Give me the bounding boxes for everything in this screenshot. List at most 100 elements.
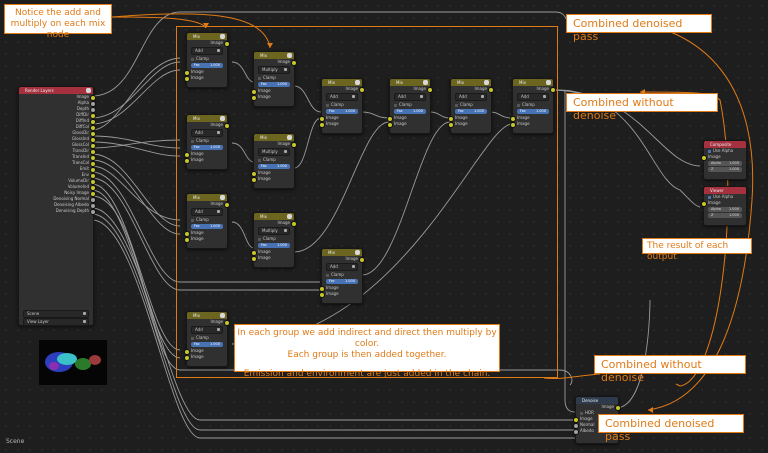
node-options-icon[interactable]: [287, 53, 292, 58]
fac-slider[interactable]: Fac 1.000: [191, 342, 223, 347]
fac-slider[interactable]: Fac 1.000: [191, 224, 223, 229]
mix-node[interactable]: Mix Image Add Clamp Fac 1.000 Image Image: [448, 78, 494, 134]
blend-mode-select[interactable]: Add: [191, 47, 223, 55]
fac-slider[interactable]: Fac 1.000: [258, 82, 290, 87]
mix-output: Image: [451, 86, 494, 93]
fac-slider[interactable]: Fac 1.000: [455, 109, 487, 114]
blend-mode-select[interactable]: Add: [394, 93, 426, 101]
node-options-icon[interactable]: [287, 214, 292, 219]
blend-mode-select[interactable]: Add: [326, 263, 358, 271]
mix-node-header[interactable]: Mix: [187, 312, 227, 319]
mix-output: Image: [254, 220, 297, 227]
node-options-icon[interactable]: [220, 313, 225, 318]
mix-output: Image: [513, 86, 556, 93]
blend-mode-select[interactable]: Add: [191, 326, 223, 334]
node-options-icon[interactable]: [220, 34, 225, 39]
blend-mode-select[interactable]: Multiply: [258, 148, 290, 156]
mix-node[interactable]: Mix Image Add Clamp Fac 1.000 Image Image: [319, 78, 365, 134]
mix-input-image-b: Image: [251, 176, 294, 183]
mix-node[interactable]: Mix Image Add Clamp Fac 1.000 Image Image: [319, 248, 365, 304]
node-options-icon[interactable]: [220, 116, 225, 121]
node-options-icon[interactable]: [220, 195, 225, 200]
composite-title: Composite: [710, 142, 732, 147]
fac-slider[interactable]: Fac 1.000: [326, 109, 358, 114]
node-options-icon[interactable]: [355, 250, 360, 255]
mix-input-image-b: Image: [319, 291, 362, 298]
mix-node-header[interactable]: Mix: [187, 115, 227, 122]
scene-selector[interactable]: Scene: [23, 310, 89, 318]
annotation-combined-denoised-top: Combined denoised pass: [566, 14, 712, 43]
blend-mode-select[interactable]: Add: [517, 93, 549, 101]
mix-node[interactable]: Mix Image Add Clamp Fac 1.000 Image Image: [184, 193, 230, 249]
blend-mode-select[interactable]: Multiply: [258, 66, 290, 74]
mix-node-header[interactable]: Mix: [187, 33, 227, 40]
blend-mode-select[interactable]: Multiply: [258, 227, 290, 235]
node-options-icon[interactable]: [546, 80, 551, 85]
render-layers-title: Render Layers: [25, 88, 54, 93]
clamp-checkbox[interactable]: Clamp: [187, 56, 227, 62]
fac-slider[interactable]: Fac 1.000: [191, 145, 223, 150]
clamp-checkbox[interactable]: Clamp: [187, 217, 227, 223]
composite-alpha-field[interactable]: Alpha 1.000: [708, 161, 742, 166]
view-layer-selector[interactable]: View Layer: [23, 318, 89, 326]
blend-mode-select[interactable]: Add: [326, 93, 358, 101]
mix-node-header[interactable]: Mix: [254, 52, 294, 59]
viewer-alpha-field[interactable]: Alpha 1.000: [708, 207, 742, 212]
blend-mode-select[interactable]: Add: [191, 129, 223, 137]
blend-mode-select[interactable]: Add: [191, 208, 223, 216]
composite-z-field[interactable]: Z 1.000: [708, 167, 742, 172]
mix-node-header[interactable]: Mix: [254, 134, 294, 141]
clamp-checkbox[interactable]: Clamp: [390, 102, 430, 108]
mix-node-header[interactable]: Mix: [322, 79, 362, 86]
fac-slider[interactable]: Fac 1.000: [258, 243, 290, 248]
mix-node-header[interactable]: Mix: [254, 213, 294, 220]
clamp-checkbox[interactable]: Clamp: [322, 102, 362, 108]
mix-node[interactable]: Mix Image Multiply Clamp Fac 1.000 Image …: [251, 133, 297, 189]
node-options-icon[interactable]: [355, 80, 360, 85]
mix-output: Image: [390, 86, 433, 93]
fac-slider[interactable]: Fac 1.000: [326, 279, 358, 284]
mix-node-header[interactable]: Mix: [322, 249, 362, 256]
clamp-checkbox[interactable]: Clamp: [513, 102, 553, 108]
status-bar-scene: Scene: [6, 438, 25, 445]
output-socket[interactable]: [90, 209, 96, 215]
annotation-group-explanation: In each group we add indirect and direct…: [234, 324, 500, 379]
mix-node-header[interactable]: Mix: [390, 79, 430, 86]
clamp-checkbox[interactable]: Clamp: [187, 335, 227, 341]
clamp-checkbox[interactable]: Clamp: [322, 272, 362, 278]
mix-input-image-b: Image: [184, 354, 227, 361]
viewer-z-field[interactable]: Z 1.000: [708, 213, 742, 218]
composite-node[interactable]: Composite Use Alpha Image Alpha 1.000 Z 1.…: [701, 140, 747, 180]
fac-slider[interactable]: Fac 1.000: [517, 109, 549, 114]
fac-slider[interactable]: Fac 1.000: [258, 164, 290, 169]
clamp-checkbox[interactable]: Clamp: [254, 75, 294, 81]
node-editor-canvas[interactable]: Render Layers Image Alpha Depth DiffDir Diff…: [0, 0, 768, 453]
mix-node[interactable]: Mix Image Add Clamp Fac 1.000 Image Image: [184, 114, 230, 170]
mix-node[interactable]: Mix Image Multiply Clamp Fac 1.000 Image …: [251, 51, 297, 107]
mix-input-image-b: Image: [387, 121, 430, 128]
mix-node-header[interactable]: Mix: [513, 79, 553, 86]
fac-slider[interactable]: Fac 1.000: [191, 63, 223, 68]
node-options-icon[interactable]: [287, 135, 292, 140]
node-options-icon[interactable]: [423, 80, 428, 85]
mix-input-image-b: Image: [510, 121, 553, 128]
fac-slider[interactable]: Fac 1.000: [394, 109, 426, 114]
blend-mode-select[interactable]: Add: [455, 93, 487, 101]
mix-node-header[interactable]: Mix: [451, 79, 491, 86]
clamp-checkbox[interactable]: Clamp: [254, 157, 294, 163]
mix-node[interactable]: Mix Image Add Clamp Fac 1.000 Image Image: [510, 78, 556, 134]
render-layers-node[interactable]: Render Layers Image Alpha Depth DiffDir Diff…: [18, 86, 107, 385]
mix-node-header[interactable]: Mix: [187, 194, 227, 201]
clamp-checkbox[interactable]: Clamp: [187, 138, 227, 144]
node-options-icon[interactable]: [484, 80, 489, 85]
render-layers-header[interactable]: Render Layers: [19, 87, 93, 94]
mix-node[interactable]: Mix Image Add Clamp Fac 1.000 Image Image: [184, 32, 230, 88]
clamp-checkbox[interactable]: Clamp: [254, 236, 294, 242]
mix-output: Image: [187, 201, 230, 208]
node-options-icon[interactable]: [86, 88, 91, 93]
clamp-checkbox[interactable]: Clamp: [451, 102, 491, 108]
mix-node[interactable]: Mix Image Multiply Clamp Fac 1.000 Image …: [251, 212, 297, 268]
viewer-node[interactable]: Viewer Use Alpha Image Alpha 1.000 Z 1.000: [701, 186, 747, 226]
mix-node[interactable]: Mix Image Add Clamp Fac 1.000 Image Image: [387, 78, 433, 134]
mix-node[interactable]: Mix Image Add Clamp Fac 1.000 Image Image: [184, 311, 230, 367]
